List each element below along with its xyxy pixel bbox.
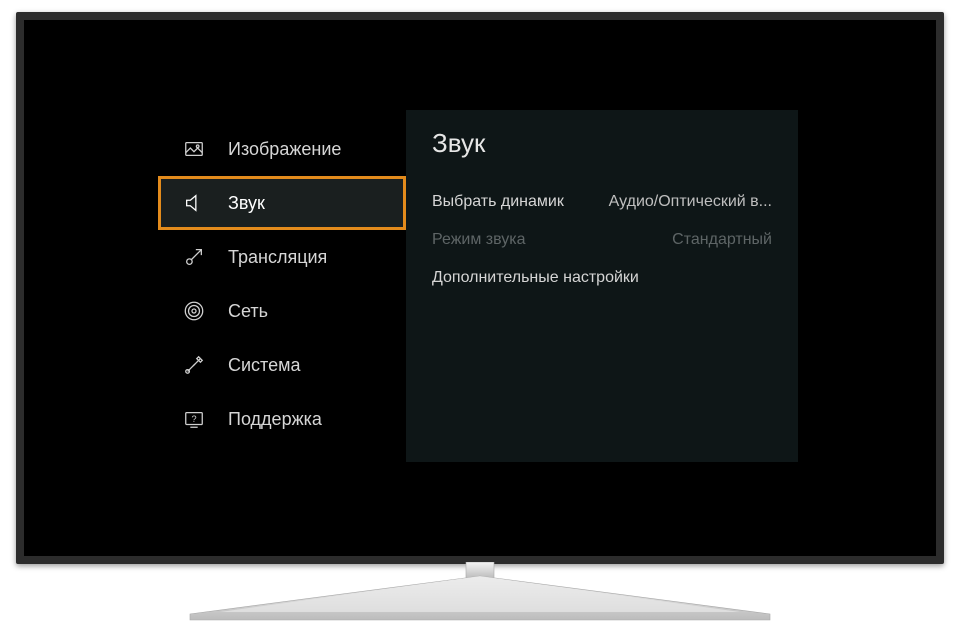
settings-menu: Изображение Звук	[158, 110, 798, 462]
sidebar-item-label: Сеть	[228, 301, 268, 322]
row-label: Режим звука	[432, 231, 526, 249]
tools-icon	[182, 353, 206, 377]
tv-screen: Изображение Звук	[24, 20, 936, 556]
antenna-icon	[182, 245, 206, 269]
sidebar-item-system[interactable]: Система	[158, 338, 406, 392]
sidebar-item-label: Система	[228, 355, 301, 376]
settings-sidebar: Изображение Звук	[158, 110, 406, 462]
row-value: Стандартный	[672, 231, 772, 249]
row-value: Аудио/Оптический в...	[609, 193, 772, 211]
tv-stand	[160, 562, 800, 622]
image-icon	[182, 137, 206, 161]
sidebar-item-label: Изображение	[228, 139, 341, 160]
settings-content-panel: Звук Выбрать динамик Аудио/Оптический в.…	[406, 110, 798, 462]
sidebar-item-label: Звук	[228, 193, 265, 214]
speaker-icon	[182, 191, 206, 215]
sidebar-item-picture[interactable]: Изображение	[158, 122, 406, 176]
content-row-expert-settings[interactable]: Дополнительные настройки	[432, 259, 772, 297]
sidebar-item-support[interactable]: ? Поддержка	[158, 392, 406, 446]
content-row-sound-mode: Режим звука Стандартный	[432, 221, 772, 259]
sidebar-item-sound[interactable]: Звук	[158, 176, 406, 230]
network-icon	[182, 299, 206, 323]
sidebar-item-network[interactable]: Сеть	[158, 284, 406, 338]
row-label: Дополнительные настройки	[432, 269, 639, 287]
sidebar-item-label: Трансляция	[228, 247, 327, 268]
sidebar-item-label: Поддержка	[228, 409, 322, 430]
content-row-select-speaker[interactable]: Выбрать динамик Аудио/Оптический в...	[432, 183, 772, 221]
svg-text:?: ?	[191, 414, 196, 424]
content-title: Звук	[432, 128, 772, 159]
tv-frame: Изображение Звук	[16, 12, 944, 564]
support-icon: ?	[182, 407, 206, 431]
sidebar-item-broadcasting[interactable]: Трансляция	[158, 230, 406, 284]
row-label: Выбрать динамик	[432, 193, 564, 211]
